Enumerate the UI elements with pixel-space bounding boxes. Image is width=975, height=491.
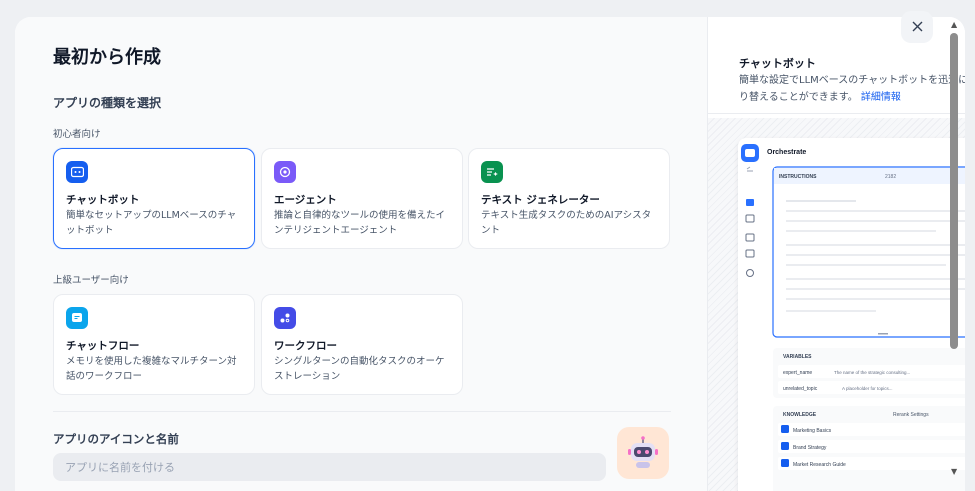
preview-orchestrate-panel: Orchestrate INSTRUCTIONS 2182 VARIABLES … — [738, 138, 965, 491]
preview-title: チャットボット — [739, 57, 816, 70]
app-type-section-label: アプリの種類を選択 — [53, 96, 162, 110]
advanced-label: 上級ユーザー向け — [53, 275, 129, 286]
card-desc: 推論と自律的なツールの使用を備えたインテリジェントエージェント — [274, 210, 446, 236]
card-title: ワークフロー — [274, 340, 337, 352]
create-app-modal: 最初から作成 アプリの種類を選択 初心者向け チャットボット 簡単なセットアップ… — [15, 17, 965, 491]
preview-image: Orchestrate INSTRUCTIONS 2182 VARIABLES … — [708, 118, 965, 491]
card-desc: メモリを使用した複雑なマルチターン対話のワークフロー — [66, 356, 237, 382]
chatflow-icon — [66, 307, 88, 329]
card-title: チャットフロー — [66, 340, 140, 352]
app-name-input[interactable] — [53, 453, 606, 481]
robot-avatar-icon[interactable] — [617, 427, 669, 479]
card-title: テキスト ジェネレーター — [481, 194, 600, 206]
card-agent[interactable]: エージェント 推論と自律的なツールの使用を備えたインテリジェントエージェント — [261, 148, 463, 249]
preview-var-name: unrelated_topic — [783, 386, 818, 392]
preview-var-name: expert_name — [783, 370, 812, 376]
create-form-panel: 最初から作成 アプリの種類を選択 初心者向け チャットボット 簡単なセットアップ… — [15, 17, 707, 491]
preview-desc-line-1: 簡単な設定でLLMベースのチャットボットを迅速に — [739, 75, 965, 86]
card-text-generator[interactable]: テキスト ジェネレーター テキスト生成タスクのためのAIアシスタント — [468, 148, 670, 249]
preview-char-count: 2182 — [885, 174, 896, 180]
text-generator-icon — [481, 161, 503, 183]
workflow-icon — [274, 307, 296, 329]
scrollbar[interactable]: ▲ ▼ — [947, 17, 963, 491]
card-desc: テキスト生成タスクのためのAIアシスタント — [481, 210, 652, 236]
scroll-down-icon[interactable]: ▼ — [951, 467, 957, 476]
preview-panel: チャットボット 簡単な設定でLLMベースのチャットボットを迅速に り替えることが… — [707, 17, 965, 491]
preview-knowledge-item: Marketing Basics — [793, 428, 832, 434]
preview-instructions-label: INSTRUCTIONS — [779, 174, 817, 180]
preview-orchestrate-title: Orchestrate — [767, 149, 806, 156]
preview-knowledge-item: Market Research Guide — [793, 462, 846, 468]
section-divider — [53, 411, 671, 412]
preview-knowledge-item: Brand Strategy — [793, 445, 827, 451]
page-title: 最初から作成 — [53, 47, 161, 68]
card-desc: シングルターンの自動化タスクのオーケストレーション — [274, 356, 445, 382]
chat-bot-icon — [66, 161, 88, 183]
card-title: チャットボット — [66, 194, 140, 206]
preview-var-desc: The name of the strategic consulting... — [834, 370, 910, 375]
preview-rerank-settings: Rerank Settings — [893, 412, 929, 418]
scrollbar-thumb[interactable] — [950, 33, 958, 349]
beginner-label: 初心者向け — [53, 129, 101, 140]
learn-more-link[interactable]: 詳細情報 — [861, 92, 901, 103]
card-title: エージェント — [274, 194, 337, 206]
card-chatflow[interactable]: チャットフロー メモリを使用した複雑なマルチターン対話のワークフロー — [53, 294, 255, 395]
card-chatbot[interactable]: チャットボット 簡単なセットアップのLLMベースのチャットボット — [53, 148, 255, 249]
preview-var-desc: A placeholder for topics... — [842, 386, 893, 391]
app-name-label: アプリのアイコンと名前 — [53, 432, 179, 446]
agent-icon — [274, 161, 296, 183]
card-desc: 簡単なセットアップのLLMベースのチャットボット — [66, 210, 237, 236]
preview-desc-line-2: り替えることができます。 — [739, 92, 858, 103]
preview-divider — [708, 113, 965, 114]
preview-variables-label: VARIABLES — [783, 354, 812, 360]
card-workflow[interactable]: ワークフロー シングルターンの自動化タスクのオーケストレーション — [261, 294, 463, 395]
preview-description: 簡単な設定でLLMベースのチャットボットを迅速に り替えることができます。 詳細… — [739, 72, 965, 106]
close-icon — [912, 17, 923, 37]
close-button[interactable] — [901, 11, 933, 43]
scroll-up-icon[interactable]: ▲ — [951, 20, 957, 29]
preview-knowledge-label: KNOWLEDGE — [783, 412, 817, 418]
